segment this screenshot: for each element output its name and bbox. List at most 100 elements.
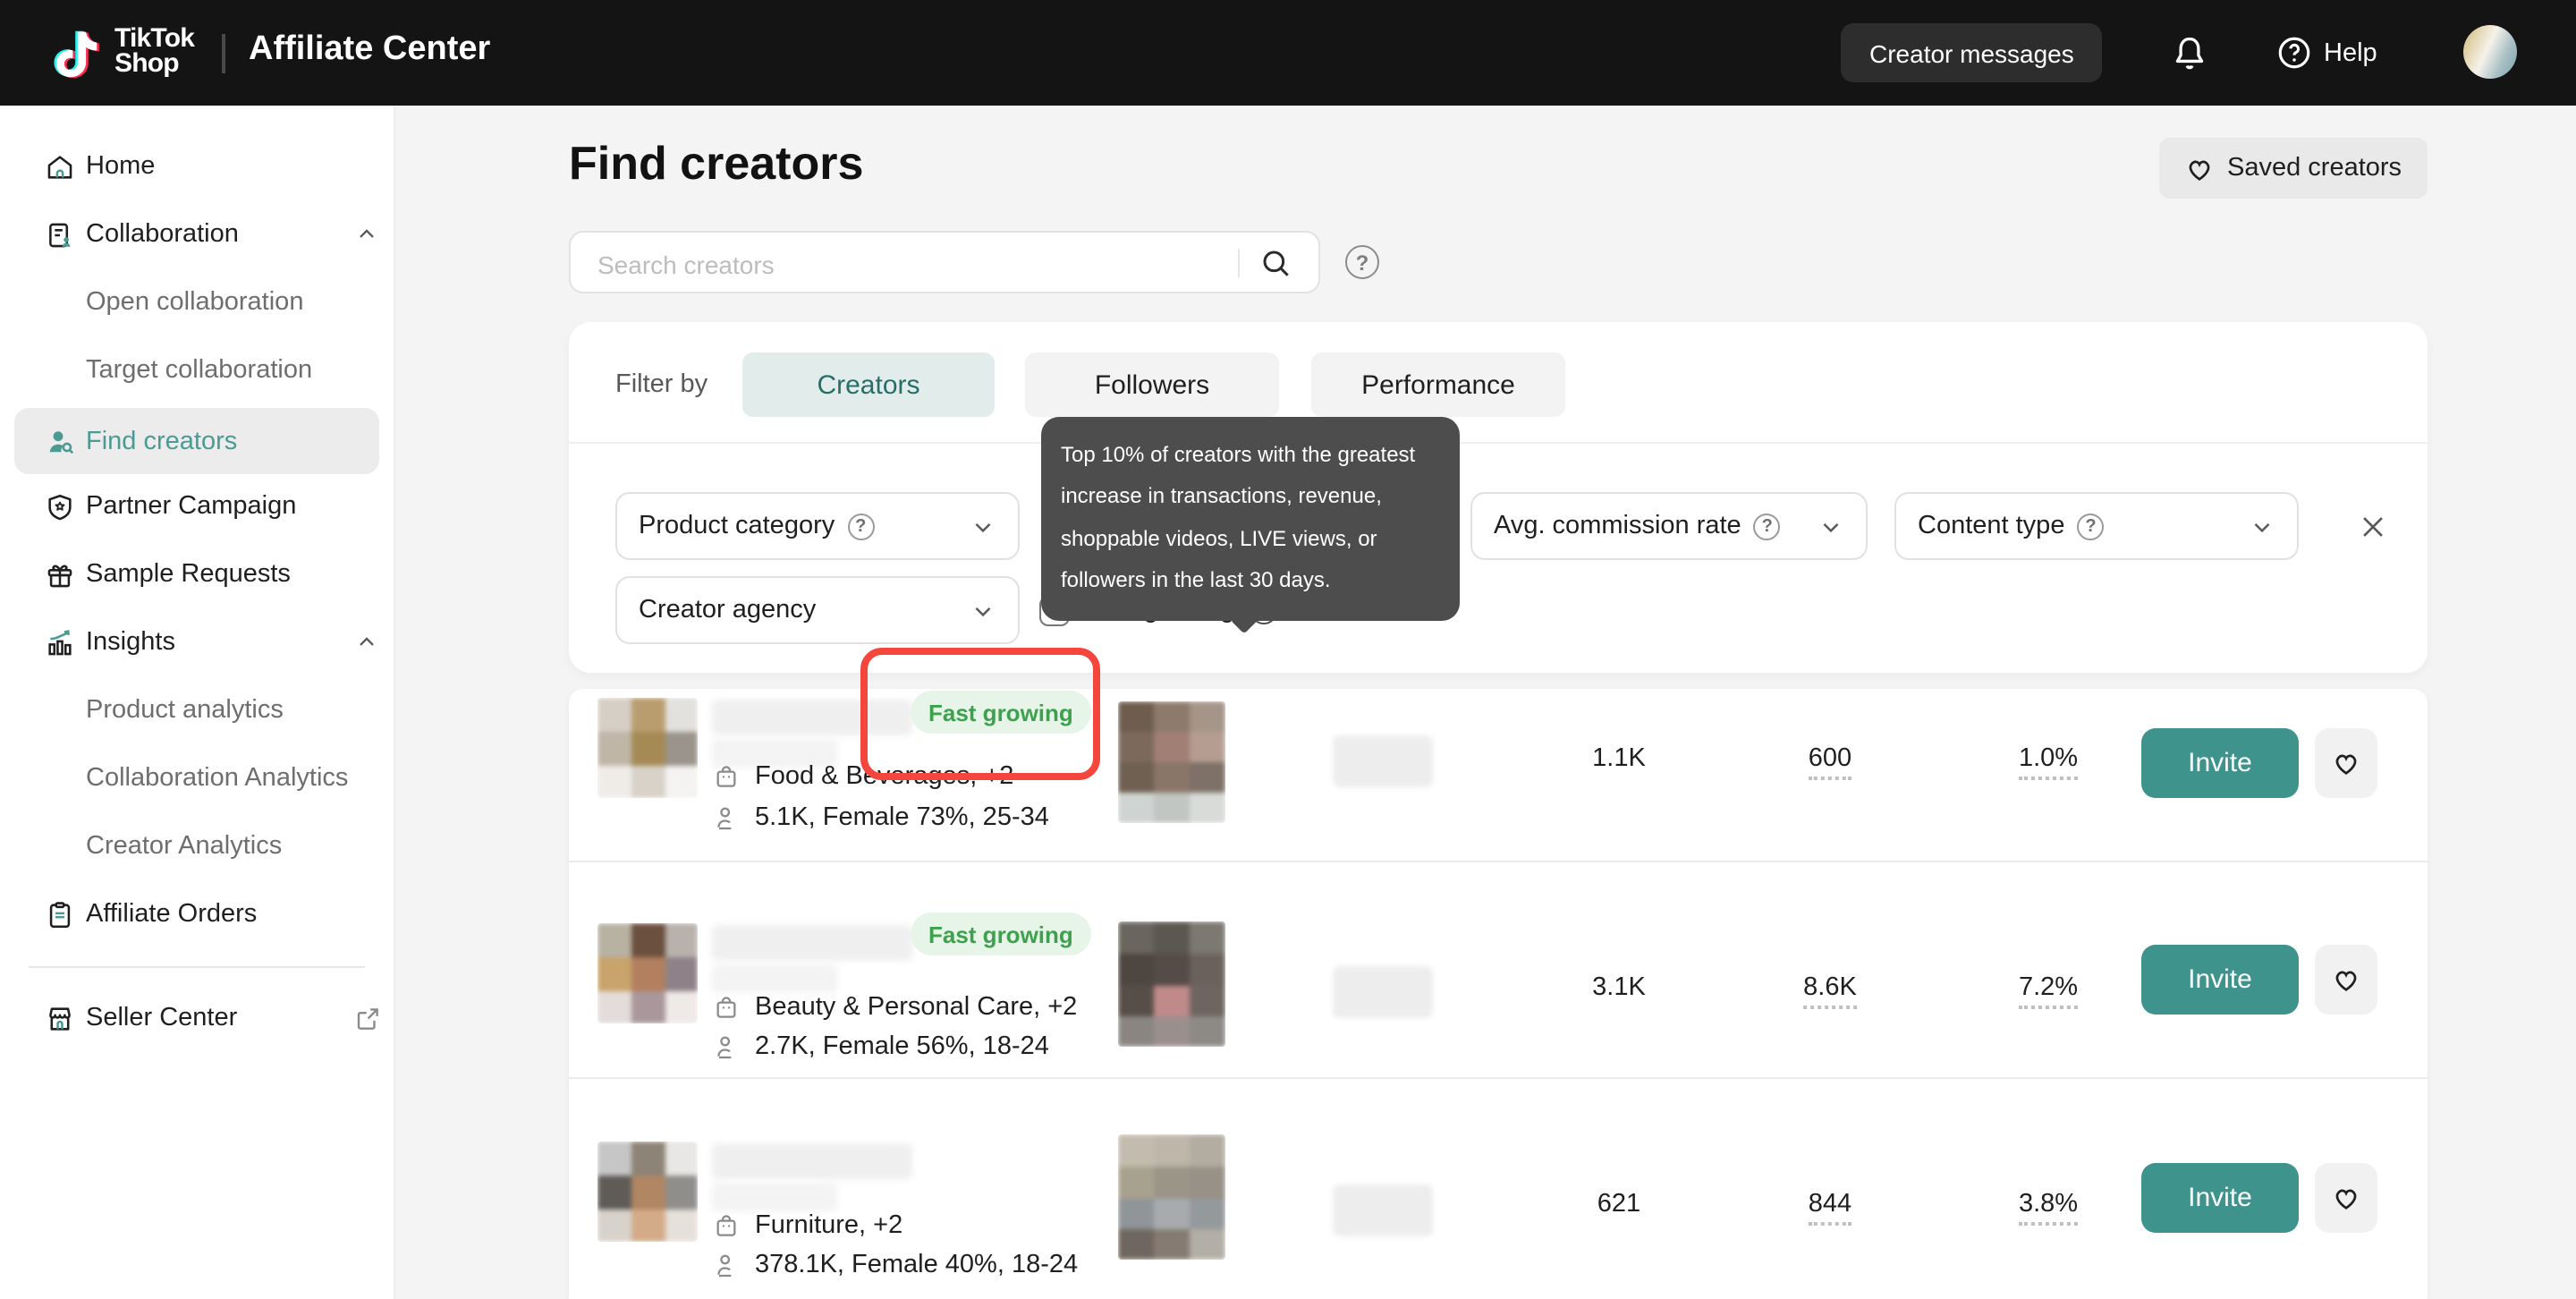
sidebar-item-collaboration-analytics[interactable]: Collaboration Analytics bbox=[0, 746, 394, 811]
close-filters-icon[interactable] bbox=[2358, 512, 2388, 542]
user-avatar[interactable] bbox=[2463, 25, 2517, 79]
stat-value-underlined[interactable]: 1.0% bbox=[2019, 744, 2078, 780]
creator-row: Furniture, +2 378.1K, Female 40%, 18-24 bbox=[569, 1079, 2428, 1299]
product-category-dropdown[interactable]: Product category ? bbox=[615, 492, 1020, 560]
shopping-bag-icon bbox=[712, 762, 741, 791]
find-creators-icon bbox=[45, 425, 77, 457]
filter-tab-creators[interactable]: Creators bbox=[742, 352, 995, 417]
stat-value-underlined[interactable]: 8.6K bbox=[1803, 973, 1857, 1009]
sidebar-item-home[interactable]: Home bbox=[0, 134, 394, 199]
invite-button[interactable]: Invite bbox=[2141, 1163, 2299, 1233]
save-creator-heart-button[interactable] bbox=[2315, 945, 2377, 1015]
creator-agency-dropdown[interactable]: Creator agency bbox=[615, 576, 1020, 644]
sidebar-item-insights[interactable]: Insights bbox=[0, 610, 394, 675]
search-help-icon[interactable]: ? bbox=[1345, 245, 1379, 279]
tab-label: Creators bbox=[817, 369, 919, 400]
stat-value-underlined[interactable]: 844 bbox=[1809, 1190, 1852, 1226]
save-creator-heart-button[interactable] bbox=[2315, 728, 2377, 798]
chevron-up-icon[interactable] bbox=[354, 630, 379, 655]
creator-audience: 5.1K, Female 73%, 25-34 bbox=[755, 803, 1049, 832]
creator-avatar-blurred[interactable] bbox=[597, 1142, 698, 1242]
shopping-bag-icon bbox=[712, 993, 741, 1022]
chevron-down-icon bbox=[1818, 513, 1844, 539]
sidebar-item-label: Partner Campaign bbox=[86, 492, 296, 521]
creator-handle-blurred bbox=[712, 964, 837, 993]
sidebar-nav: Home Collaboration Open collaboration Ta… bbox=[0, 106, 395, 1299]
top-header: TikTok Shop Affiliate Center Creator mes… bbox=[0, 0, 2576, 106]
creator-messages-button[interactable]: Creator messages bbox=[1841, 23, 2103, 82]
audience-person-icon bbox=[712, 1251, 741, 1279]
sidebar-item-label: Collaboration Analytics bbox=[86, 764, 348, 793]
creator-results-table: Fast growing Food & Beverages, +2 5.1K, … bbox=[569, 689, 2428, 1299]
creator-avatar-blurred[interactable] bbox=[597, 698, 698, 798]
creator-messages-label: Creator messages bbox=[1869, 38, 2074, 67]
external-link-icon bbox=[354, 1005, 381, 1032]
saved-creators-label: Saved creators bbox=[2227, 154, 2402, 183]
dropdown-label: Avg. commission rate bbox=[1494, 512, 1741, 540]
avg-commission-rate-dropdown[interactable]: Avg. commission rate ? bbox=[1470, 492, 1868, 560]
product-thumbnail-blurred[interactable] bbox=[1118, 921, 1225, 1047]
sidebar-item-find-creators[interactable]: Find creators bbox=[14, 408, 379, 474]
search-divider bbox=[1238, 249, 1240, 277]
page: TikTok Shop Affiliate Center Creator mes… bbox=[0, 0, 2576, 1299]
sidebar-item-product-analytics[interactable]: Product analytics bbox=[0, 678, 394, 743]
search-icon[interactable] bbox=[1258, 245, 1293, 281]
sidebar-divider bbox=[29, 966, 365, 968]
product-thumbnail-blurred[interactable] bbox=[1118, 701, 1225, 823]
stat-value-underlined[interactable]: 7.2% bbox=[2019, 973, 2078, 1009]
shopping-bag-icon bbox=[712, 1211, 741, 1240]
creator-audience: 2.7K, Female 56%, 18-24 bbox=[755, 1032, 1049, 1061]
seller-center-icon bbox=[45, 1003, 75, 1033]
search-input[interactable] bbox=[594, 233, 1191, 295]
chevron-down-icon bbox=[2249, 513, 2275, 539]
notifications-bell-icon[interactable] bbox=[2170, 32, 2209, 75]
audience-person-icon bbox=[712, 1032, 741, 1061]
chevron-down-icon bbox=[970, 513, 996, 539]
creator-avatar-blurred[interactable] bbox=[597, 923, 698, 1023]
filter-tab-followers[interactable]: Followers bbox=[1025, 352, 1279, 417]
insights-icon bbox=[45, 627, 75, 658]
sidebar-item-collaboration[interactable]: Collaboration bbox=[0, 202, 394, 267]
content-type-dropdown[interactable]: Content type ? bbox=[1894, 492, 2299, 560]
sidebar-item-label: Seller Center bbox=[86, 1004, 237, 1032]
creator-name-blurred bbox=[712, 1143, 912, 1179]
filter-tab-performance[interactable]: Performance bbox=[1311, 352, 1565, 417]
sidebar-item-open-collaboration[interactable]: Open collaboration bbox=[0, 270, 394, 335]
help-menu[interactable]: Help bbox=[2275, 34, 2377, 72]
sidebar-item-seller-center[interactable]: Seller Center bbox=[0, 986, 394, 1050]
creator-category: Furniture, +2 bbox=[755, 1211, 902, 1240]
product-thumbnail-blurred[interactable] bbox=[1118, 1134, 1225, 1260]
sidebar-item-label: Target collaboration bbox=[86, 356, 312, 385]
annotation-highlight-rectangle bbox=[860, 648, 1100, 780]
invite-button[interactable]: Invite bbox=[2141, 945, 2299, 1015]
sidebar-item-creator-analytics[interactable]: Creator Analytics bbox=[0, 814, 394, 879]
sidebar-item-partner-campaign[interactable]: Partner Campaign bbox=[0, 474, 394, 539]
stat-value: 1.1K bbox=[1592, 744, 1646, 773]
sidebar-item-label: Home bbox=[86, 152, 155, 181]
chevron-up-icon[interactable] bbox=[354, 222, 379, 247]
sidebar-item-label: Find creators bbox=[86, 427, 237, 455]
sidebar-item-sample-requests[interactable]: Sample Requests bbox=[0, 542, 394, 607]
sidebar-item-label: Creator Analytics bbox=[86, 832, 282, 861]
tiktok-logo-icon bbox=[48, 23, 102, 82]
stat-value-underlined[interactable]: 600 bbox=[1809, 744, 1852, 780]
help-circle-icon bbox=[2275, 34, 2313, 72]
filter-divider bbox=[569, 442, 2428, 444]
stat-blurred bbox=[1333, 1184, 1433, 1236]
filter-panel: Filter by Creators Followers Performance… bbox=[569, 322, 2428, 673]
save-creator-heart-button[interactable] bbox=[2315, 1163, 2377, 1233]
stat-blurred bbox=[1333, 966, 1433, 1018]
chevron-down-icon bbox=[970, 597, 996, 624]
heart-icon bbox=[2331, 1183, 2361, 1213]
sidebar-item-target-collaboration[interactable]: Target collaboration bbox=[0, 338, 394, 403]
heart-icon bbox=[2331, 748, 2361, 778]
saved-creators-button[interactable]: Saved creators bbox=[2159, 138, 2427, 199]
help-label: Help bbox=[2324, 38, 2377, 67]
partner-campaign-icon bbox=[45, 491, 75, 522]
stat-value-underlined[interactable]: 3.8% bbox=[2019, 1190, 2078, 1226]
search-bar bbox=[569, 231, 1320, 293]
sidebar-item-affiliate-orders[interactable]: Affiliate Orders bbox=[0, 882, 394, 947]
creator-name-blurred bbox=[712, 925, 912, 961]
sidebar-item-label: Open collaboration bbox=[86, 288, 303, 317]
invite-button[interactable]: Invite bbox=[2141, 728, 2299, 798]
